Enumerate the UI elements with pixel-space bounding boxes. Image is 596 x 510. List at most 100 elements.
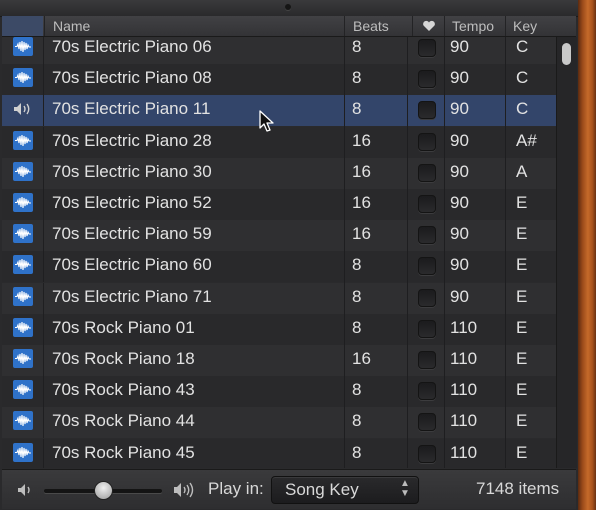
table-row[interactable]: 70s Electric Piano 60 8 90 E [2,251,576,283]
loop-list[interactable]: 70s Rock Piano 45 8 110 E 70s Rock Piano 44 8… [2,37,576,468]
column-header-favorite[interactable] [412,16,445,36]
row-key: A# [516,130,537,150]
column-header: Name Beats Tempo Key [2,16,576,37]
favorite-checkbox[interactable] [418,413,436,432]
column-divider [505,37,506,468]
column-header-beats[interactable]: Beats [344,16,413,36]
row-icon-cell[interactable] [2,345,44,376]
loop-browser-panel: Name Beats Tempo Key 70s Rock Piano 45 8 1… [0,0,579,510]
row-beats: 8 [352,380,362,400]
speaker-playing-icon [14,103,30,116]
favorite-checkbox[interactable] [418,70,436,89]
vertical-scrollbar[interactable] [556,37,577,468]
window-edge-wood [578,0,596,510]
row-tempo: 90 [450,130,469,150]
audio-loop-icon [13,161,33,181]
volume-slider-knob[interactable] [94,481,113,500]
volume-high-icon[interactable] [172,481,198,499]
audio-loop-icon [13,286,33,306]
table-row[interactable]: 70s Electric Piano 52 16 90 E [2,189,576,220]
updown-arrows-icon: ▲ ▼ [400,478,410,499]
row-icon-cell[interactable] [2,126,44,158]
row-icon-cell[interactable] [2,64,44,96]
row-icon-cell[interactable] [2,438,44,468]
table-row[interactable]: 70s Rock Piano 01 8 110 E [2,313,576,345]
row-icon-cell[interactable] [2,282,44,314]
column-divider [407,37,408,468]
row-beats: 8 [352,317,362,337]
play-in-dropdown[interactable]: Song Key ▲ ▼ [271,476,419,504]
item-count: 7148 items [476,479,560,498]
audio-loop-icon [13,411,33,431]
row-beats: 16 [352,161,371,181]
row-name: 70s Electric Piano 52 [52,193,212,212]
table-row[interactable]: 70s Rock Piano 43 8 110 E [2,376,576,408]
row-icon-cell[interactable] [2,376,44,408]
row-icon-cell[interactable] [2,157,44,189]
row-tempo: 90 [450,37,469,56]
row-key: E [516,255,528,275]
table-row[interactable]: 70s Rock Piano 45 8 110 E [2,438,576,468]
favorite-checkbox[interactable] [418,195,436,213]
favorite-checkbox[interactable] [418,39,436,57]
column-header-name[interactable]: Name [44,16,353,36]
row-icon-cell[interactable] [2,95,44,127]
favorite-checkbox[interactable] [418,132,436,151]
favorite-checkbox[interactable] [418,101,436,120]
play-in-label: Play in: [208,479,264,498]
table-row[interactable]: 70s Electric Piano 06 8 90 C [2,37,576,64]
row-icon-cell[interactable] [2,407,44,439]
row-key: E [516,224,528,244]
audio-loop-icon [13,224,33,244]
favorite-checkbox[interactable] [418,382,436,401]
favorite-checkbox[interactable] [418,319,436,338]
row-icon-cell[interactable] [2,251,44,283]
table-row[interactable]: 70s Electric Piano 11 8 90 C [2,95,576,127]
row-name: 70s Rock Piano 01 [52,317,195,337]
row-tempo: 90 [450,286,469,306]
row-name: 70s Electric Piano 06 [52,37,212,56]
table-row[interactable]: 70s Electric Piano 59 16 90 E [2,220,576,252]
table-row[interactable]: 70s Electric Piano 30 16 90 A [2,157,576,189]
row-icon-cell[interactable] [2,313,44,345]
row-beats: 16 [352,349,371,368]
volume-low-icon[interactable] [16,482,36,498]
column-header-key[interactable]: Key [505,16,565,36]
row-key: A [516,161,528,181]
row-icon-cell[interactable] [2,37,44,64]
table-row[interactable]: 70s Rock Piano 44 8 110 E [2,407,576,439]
column-header-icon[interactable] [2,16,43,36]
row-beats: 8 [352,411,362,431]
favorite-checkbox[interactable] [418,351,436,369]
row-icon-cell[interactable] [2,189,44,220]
table-row[interactable]: 70s Electric Piano 08 8 90 C [2,64,576,96]
favorite-checkbox[interactable] [418,163,436,182]
table-row[interactable]: 70s Electric Piano 28 16 90 A# [2,126,576,158]
row-tempo: 110 [450,411,478,431]
row-name: 70s Electric Piano 11 [52,99,211,119]
row-tempo: 110 [450,349,478,368]
table-row[interactable]: 70s Electric Piano 71 8 90 E [2,282,576,314]
row-beats: 16 [352,130,371,150]
table-row[interactable]: 70s Rock Piano 18 16 110 E [2,345,576,376]
row-tempo: 90 [450,193,469,212]
row-name: 70s Rock Piano 18 [52,349,195,368]
row-key: C [516,37,529,56]
resize-grip-icon[interactable] [285,4,291,10]
row-icon-cell[interactable] [2,220,44,252]
favorite-checkbox[interactable] [418,257,436,276]
column-header-tempo[interactable]: Tempo [444,16,512,36]
row-name: 70s Rock Piano 44 [52,411,195,431]
row-name: 70s Electric Piano 08 [52,68,212,88]
row-key: E [516,380,528,400]
resize-strip[interactable] [0,0,578,17]
scrollbar-thumb[interactable] [562,43,571,65]
row-beats: 8 [352,68,362,88]
row-name: 70s Rock Piano 43 [52,380,195,400]
row-key: E [516,349,528,368]
row-name: 70s Rock Piano 45 [52,442,195,462]
browser-footer: Play in: Song Key ▲ ▼ 7148 items [2,469,576,509]
favorite-checkbox[interactable] [418,226,436,245]
favorite-checkbox[interactable] [418,444,436,463]
favorite-checkbox[interactable] [418,288,436,307]
